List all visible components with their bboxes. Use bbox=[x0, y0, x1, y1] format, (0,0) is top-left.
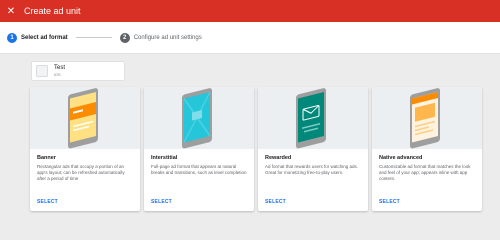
card-title: Banner bbox=[37, 155, 56, 161]
select-button[interactable]: SELECT bbox=[265, 199, 286, 205]
rewarded-illustration bbox=[258, 87, 368, 149]
step-configure-settings[interactable]: 2 Configure ad unit settings bbox=[119, 32, 202, 43]
app-name: Test bbox=[54, 65, 66, 71]
card-description: Customizable ad format that matches the … bbox=[379, 164, 471, 181]
step-number: 2 bbox=[119, 32, 130, 43]
app-bar: ✕ Create ad unit bbox=[0, 0, 500, 22]
stepper: 1 Select ad format 2 Configure ad unit s… bbox=[0, 22, 500, 54]
step-label: Configure ad unit settings bbox=[133, 34, 202, 41]
card-rewarded[interactable]: Rewarded Ad format that rewards users fo… bbox=[258, 87, 368, 211]
banner-illustration bbox=[30, 87, 140, 149]
card-banner[interactable]: Banner Rectangular ads that occupy a por… bbox=[30, 87, 140, 211]
interstitial-illustration bbox=[144, 87, 254, 149]
card-title: Interstitial bbox=[151, 155, 178, 161]
close-icon[interactable]: ✕ bbox=[0, 0, 22, 22]
apple-icon bbox=[36, 65, 48, 77]
card-title: Rewarded bbox=[265, 155, 292, 161]
select-button[interactable]: SELECT bbox=[379, 199, 400, 205]
step-label: Select ad format bbox=[21, 34, 68, 41]
selected-app-chip: Test iOS bbox=[31, 61, 125, 81]
page-title: Create ad unit bbox=[24, 6, 81, 16]
card-description: Full-page ad format that appears at natu… bbox=[151, 164, 247, 175]
card-title: Native advanced bbox=[379, 155, 423, 161]
card-interstitial[interactable]: Interstitial Full-page ad format that ap… bbox=[144, 87, 254, 211]
step-select-ad-format[interactable]: 1 Select ad format bbox=[7, 32, 68, 43]
card-description: Ad format that rewards users for watchin… bbox=[265, 164, 359, 175]
card-native-advanced[interactable]: Native advanced Customizable ad format t… bbox=[372, 87, 482, 211]
select-button[interactable]: SELECT bbox=[37, 199, 58, 205]
select-button[interactable]: SELECT bbox=[151, 199, 172, 205]
app-platform: iOS bbox=[54, 72, 61, 77]
step-number: 1 bbox=[7, 32, 17, 43]
card-description: Rectangular ads that occupy a portion of… bbox=[37, 164, 125, 181]
ad-format-cards: Banner Rectangular ads that occupy a por… bbox=[30, 87, 484, 211]
native-illustration bbox=[372, 87, 482, 149]
step-connector bbox=[75, 37, 112, 38]
